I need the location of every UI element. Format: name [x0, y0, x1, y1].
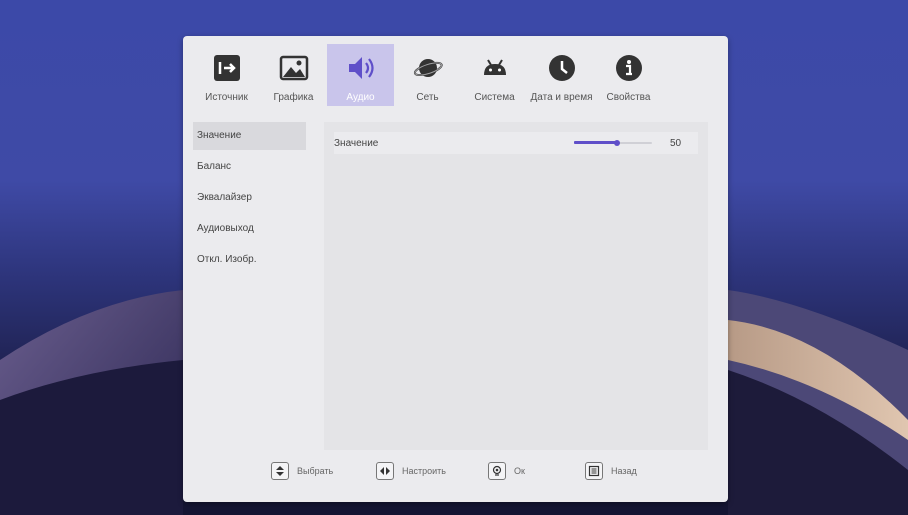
hint-back-label: Назад — [611, 466, 637, 476]
android-icon — [479, 52, 511, 84]
sidebar-item-equalizer[interactable]: Эквалайзер — [193, 184, 306, 212]
tab-label: Система — [474, 92, 515, 103]
slider-fill — [574, 141, 617, 144]
audio-sidebar: Значение Баланс Эквалайзер Аудиовыход От… — [193, 122, 306, 277]
tab-source[interactable]: Источник — [193, 44, 260, 106]
picture-icon — [278, 52, 310, 84]
tab-label: Графика — [273, 92, 314, 103]
slider-knob[interactable] — [613, 140, 620, 146]
hint-select: Выбрать — [271, 462, 333, 480]
left-right-arrows-icon — [376, 462, 394, 480]
volume-value: 50 — [670, 137, 682, 149]
hint-adjust: Настроить — [376, 462, 446, 480]
tab-network[interactable]: Сеть — [394, 44, 461, 106]
sidebar-item-balance[interactable]: Баланс — [193, 153, 306, 181]
info-icon — [613, 52, 645, 84]
tab-system[interactable]: Система — [461, 44, 528, 106]
sidebar-item-screen-off[interactable]: Откл. Изобр. — [193, 246, 306, 274]
volume-label: Значение — [334, 137, 379, 149]
tab-label: Аудио — [346, 92, 375, 103]
hint-ok: Ок — [488, 462, 525, 480]
tab-label: Сеть — [416, 92, 439, 103]
tab-label: Источник — [205, 92, 248, 103]
hint-select-label: Выбрать — [297, 466, 334, 476]
source-input-icon — [211, 52, 243, 84]
speaker-icon — [345, 52, 377, 84]
tab-audio[interactable]: Аудио — [327, 44, 394, 106]
up-down-arrows-icon — [271, 462, 289, 480]
ok-button-icon — [488, 462, 506, 480]
settings-menu-panel: Источник Графика Аудио Сеть Система Дата… — [183, 36, 728, 502]
tab-datetime[interactable]: Дата и время — [528, 44, 595, 106]
volume-slider[interactable] — [574, 138, 652, 148]
hint-back: Назад — [585, 462, 637, 480]
hint-adjust-label: Настроить — [402, 466, 446, 476]
tab-properties[interactable]: Свойства — [595, 44, 662, 106]
tab-label: Дата и время — [530, 92, 593, 103]
settings-content: Значение 50 — [324, 122, 708, 450]
top-tabs: Источник Графика Аудио Сеть Система Дата… — [193, 44, 662, 106]
volume-row[interactable]: Значение 50 — [334, 132, 698, 154]
key-hints-footer: Выбрать Настроить Ок Назад — [183, 454, 728, 490]
hint-ok-label: Ок — [514, 466, 525, 476]
tab-label: Свойства — [606, 92, 651, 103]
tab-picture[interactable]: Графика — [260, 44, 327, 106]
sidebar-item-volume[interactable]: Значение — [193, 122, 306, 150]
planet-network-icon — [412, 52, 444, 84]
sidebar-item-audio-output[interactable]: Аудиовыход — [193, 215, 306, 243]
back-menu-icon — [585, 462, 603, 480]
clock-icon — [546, 52, 578, 84]
